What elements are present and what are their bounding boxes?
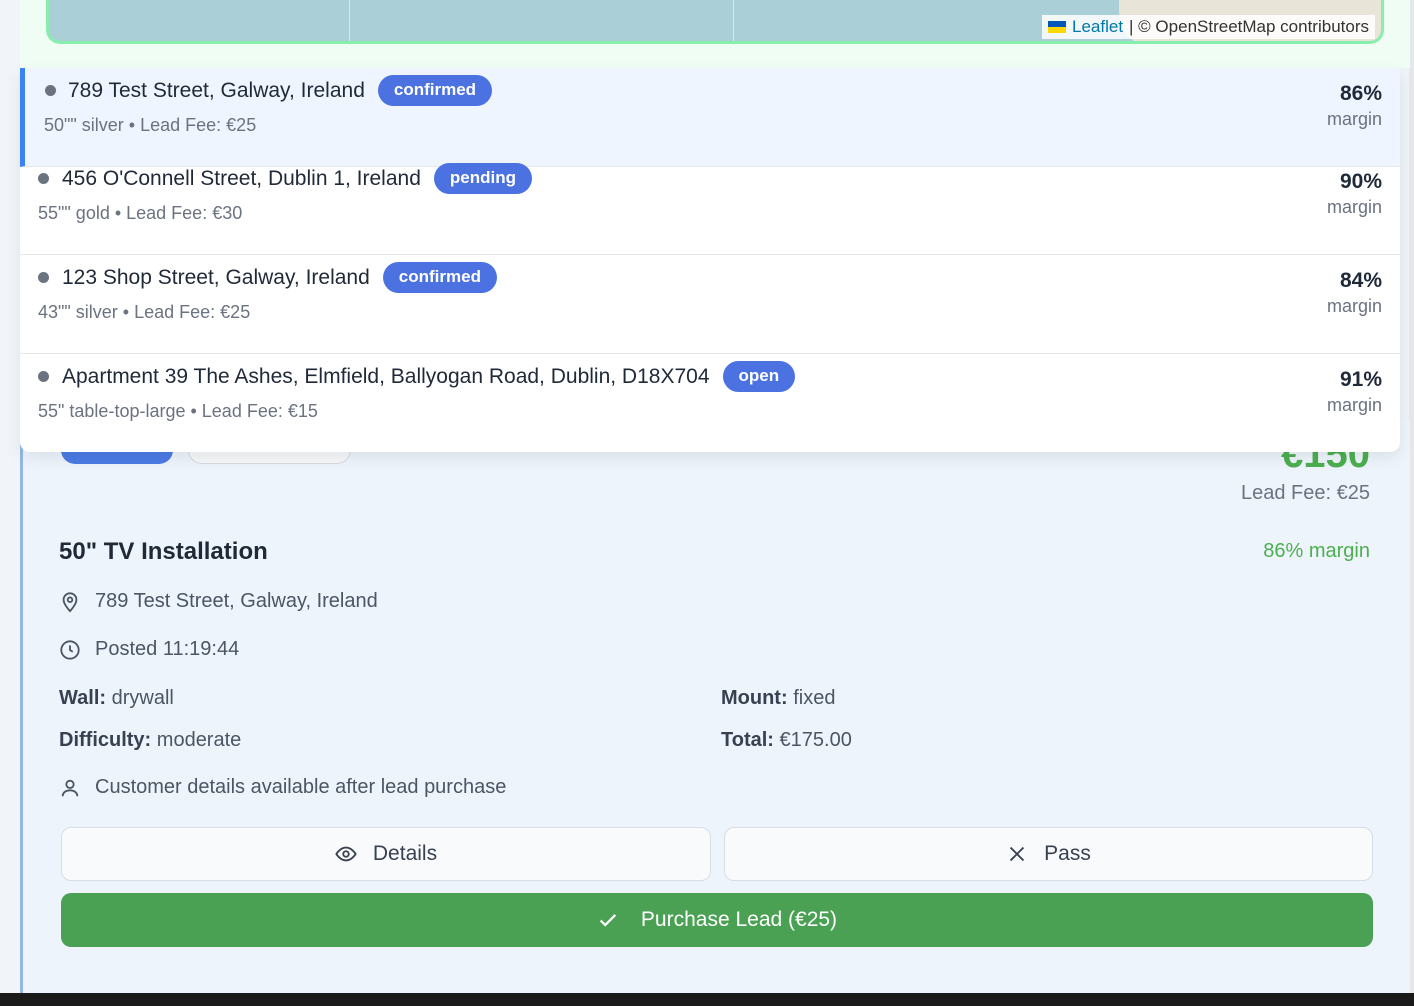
lead-address-line: 123 Shop Street, Galway, Ireland confirm… [62,262,497,293]
lead-address-line: 789 Test Street, Galway, Ireland confirm… [68,75,493,106]
close-icon [1010,846,1025,862]
purchase-button-label: Purchase Lead (€25) [640,908,838,931]
leaflet-link[interactable]: Leaflet [1072,17,1123,37]
lead-list-item[interactable]: 456 O'Connell Street, Dublin 1, Ireland … [20,156,1400,255]
margin-label: margin [1326,109,1382,129]
lead-detail-card: €150 Lead Fee: €25 50" TV Installation 8… [20,420,1410,993]
map-attribution: Leaflet | © OpenStreetMap contributors [1042,15,1375,39]
lead-address: Apartment 39 The Ashes, Elmfield, Ballyo… [62,364,710,388]
eye-icon [335,846,357,862]
map-grid-line [733,0,734,41]
lead-details: 55"" gold • Lead Fee: €30 [38,203,243,223]
purchase-lead-button[interactable]: Purchase Lead (€25) [61,893,1373,947]
margin-percent: 86% [1339,82,1382,105]
margin-label: margin [1326,395,1382,415]
job-title: 50" TV Installation [59,538,268,565]
check-icon [599,914,617,927]
status-badge: open [722,361,796,392]
lead-details: 55" table-top-large • Lead Fee: €15 [38,401,318,421]
attribution-text: | © OpenStreetMap contributors [1129,17,1369,36]
status-badge: confirmed [377,75,493,106]
address-text: 789 Test Street, Galway, Ireland [95,590,378,612]
map-section: Leaflet | © OpenStreetMap contributors [20,0,1410,68]
map-grid-line [349,0,350,41]
details-button-label: Details [372,842,438,865]
lead-details: 43"" silver • Lead Fee: €25 [38,302,251,322]
clock-icon [60,639,80,660]
ukraine-flag-icon [1048,21,1066,33]
status-dot [38,272,49,283]
customer-note: Customer details available after lead pu… [95,776,507,798]
lead-address-line: 456 O'Connell Street, Dublin 1, Ireland … [62,163,532,194]
lead-address: 456 O'Connell Street, Dublin 1, Ireland [62,166,421,190]
status-dot [45,85,56,96]
details-button[interactable]: Details [61,827,711,881]
lead-address: 123 Shop Street, Galway, Ireland [62,265,370,289]
customer-row: Customer details available after lead pu… [59,776,506,799]
lead-list-item[interactable]: Apartment 39 The Ashes, Elmfield, Ballyo… [20,354,1400,452]
mount-spec: Mount: fixed [721,687,836,709]
difficulty-spec: Difficulty: moderate [59,729,242,751]
status-badge: pending [433,163,532,194]
bottom-bar [0,993,1414,1006]
map-pin-icon [62,591,78,613]
posted-row: Posted 11:19:44 [59,638,239,661]
margin-value: 86% margin [1263,540,1370,562]
margin-percent: 90% [1339,170,1382,193]
status-dot [38,173,49,184]
status-dot [38,371,49,382]
address-row: 789 Test Street, Galway, Ireland [59,590,378,613]
lead-address: 789 Test Street, Galway, Ireland [68,78,365,102]
margin-percent: 91% [1339,368,1382,391]
margin-label: margin [1326,296,1382,316]
margin-label: margin [1326,197,1382,217]
lead-details: 50"" silver • Lead Fee: €25 [44,115,257,135]
posted-text: Posted 11:19:44 [95,638,240,660]
lead-fee: Lead Fee: €25 [1241,482,1370,504]
user-icon [61,779,79,796]
pass-button-label: Pass [1044,842,1091,865]
pass-button[interactable]: Pass [724,827,1373,881]
lead-address-line: Apartment 39 The Ashes, Elmfield, Ballyo… [62,361,796,392]
lead-dropdown-list: 789 Test Street, Galway, Ireland confirm… [20,68,1400,452]
margin-percent: 84% [1339,269,1382,292]
status-badge: confirmed [382,262,497,293]
lead-list-item[interactable]: 123 Shop Street, Galway, Ireland confirm… [20,255,1400,354]
total-spec: Total: €175.00 [721,729,852,751]
page-left-edge [0,0,20,993]
lead-list-item[interactable]: 789 Test Street, Galway, Ireland confirm… [20,68,1400,167]
wall-spec: Wall: drywall [59,687,174,709]
map[interactable]: Leaflet | © OpenStreetMap contributors [46,0,1384,44]
